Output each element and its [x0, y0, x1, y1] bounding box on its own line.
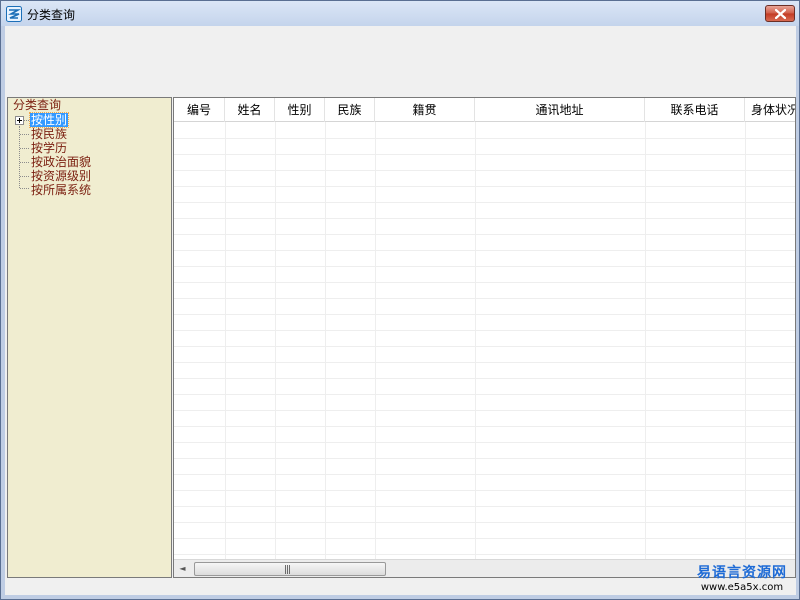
grid-row-line [174, 554, 795, 555]
close-icon [775, 9, 786, 19]
grid-row-line [174, 378, 795, 379]
app-window: 分类查询 分类查询 按性别 按民族 按学历 按政治面貌 按资源级别 按所属系统 [0, 0, 800, 600]
scroll-grip-icon: ||| [284, 565, 291, 575]
grid-row-line [174, 474, 795, 475]
grid-row-line [174, 410, 795, 411]
grid-column-line [475, 122, 476, 559]
category-tree[interactable]: 分类查询 按性别 按民族 按学历 按政治面貌 按资源级别 按所属系统 [7, 97, 172, 578]
grid-row-line [174, 458, 795, 459]
column-header-health[interactable]: 身体状况 [745, 98, 795, 122]
client-area: 分类查询 按性别 按民族 按学历 按政治面貌 按资源级别 按所属系统 编号 姓名… [5, 26, 796, 595]
grid-row-line [174, 426, 795, 427]
grid-row-line [174, 506, 795, 507]
title-bar[interactable]: 分类查询 [1, 1, 799, 26]
column-header-name[interactable]: 姓名 [225, 98, 275, 122]
tree-item-education[interactable]: 按学历 [30, 141, 68, 155]
grid-row-line [174, 266, 795, 267]
watermark-logo: 易语言资源网 www.e5a5x.com [687, 565, 797, 597]
scroll-thumb[interactable]: ||| [194, 562, 386, 576]
grid-column-line [645, 122, 646, 559]
grid-row-line [174, 346, 795, 347]
tree-connector [24, 120, 29, 121]
grid-row-line [174, 330, 795, 331]
grid-row-line [174, 314, 795, 315]
grid-row-line [174, 234, 795, 235]
tree-connector [20, 134, 29, 135]
grid-row-line [174, 218, 795, 219]
status-bar [5, 579, 796, 595]
column-header-id[interactable]: 编号 [174, 98, 225, 122]
window-title: 分类查询 [27, 8, 76, 22]
tree-item-system[interactable]: 按所属系统 [30, 183, 92, 197]
grid-row-line [174, 522, 795, 523]
column-header-ethnicity[interactable]: 民族 [325, 98, 375, 122]
column-header-gender[interactable]: 性别 [275, 98, 325, 122]
grid-row-line [174, 154, 795, 155]
grid-row-line [174, 170, 795, 171]
grid-row-line [174, 362, 795, 363]
tree-connector [20, 188, 29, 189]
tree-connector [20, 162, 29, 163]
grid-row-line [174, 394, 795, 395]
grid-column-line [325, 122, 326, 559]
grid-column-line [275, 122, 276, 559]
grid-row-line [174, 282, 795, 283]
grid-row-line [174, 202, 795, 203]
grid-column-line [375, 122, 376, 559]
tree-item-political-status[interactable]: 按政治面貌 [30, 155, 92, 169]
watermark-url: www.e5a5x.com [700, 582, 784, 593]
expand-icon[interactable] [15, 116, 24, 125]
tree-connector [20, 148, 29, 149]
grid-body[interactable] [174, 122, 795, 559]
app-icon [6, 6, 22, 22]
grid-row-line [174, 298, 795, 299]
tree-item-gender[interactable]: 按性别 [28, 112, 70, 128]
column-header-phone[interactable]: 联系电话 [645, 98, 745, 122]
data-grid[interactable]: 编号 姓名 性别 民族 籍贯 通讯地址 联系电话 身体状况 ◄ ||| [173, 97, 796, 578]
tree-root-node[interactable]: 分类查询 [13, 98, 61, 112]
grid-column-line [225, 122, 226, 559]
grid-row-line [174, 186, 795, 187]
grid-row-line [174, 442, 795, 443]
grid-row-line [174, 490, 795, 491]
grid-row-line [174, 138, 795, 139]
grid-header: 编号 姓名 性别 民族 籍贯 通讯地址 联系电话 身体状况 [174, 98, 795, 122]
tree-item-ethnicity[interactable]: 按民族 [30, 127, 68, 141]
scroll-left-arrow-icon[interactable]: ◄ [174, 560, 191, 577]
column-header-hometown[interactable]: 籍贯 [375, 98, 475, 122]
grid-column-line [745, 122, 746, 559]
close-button[interactable] [765, 5, 795, 22]
tree-connector [20, 176, 29, 177]
tree-connector [19, 126, 20, 188]
grid-row-line [174, 538, 795, 539]
grid-row-line [174, 250, 795, 251]
tree-item-resource-level[interactable]: 按资源级别 [30, 169, 92, 183]
column-header-address[interactable]: 通讯地址 [475, 98, 645, 122]
watermark-brand: 易语言资源网 [697, 565, 787, 581]
